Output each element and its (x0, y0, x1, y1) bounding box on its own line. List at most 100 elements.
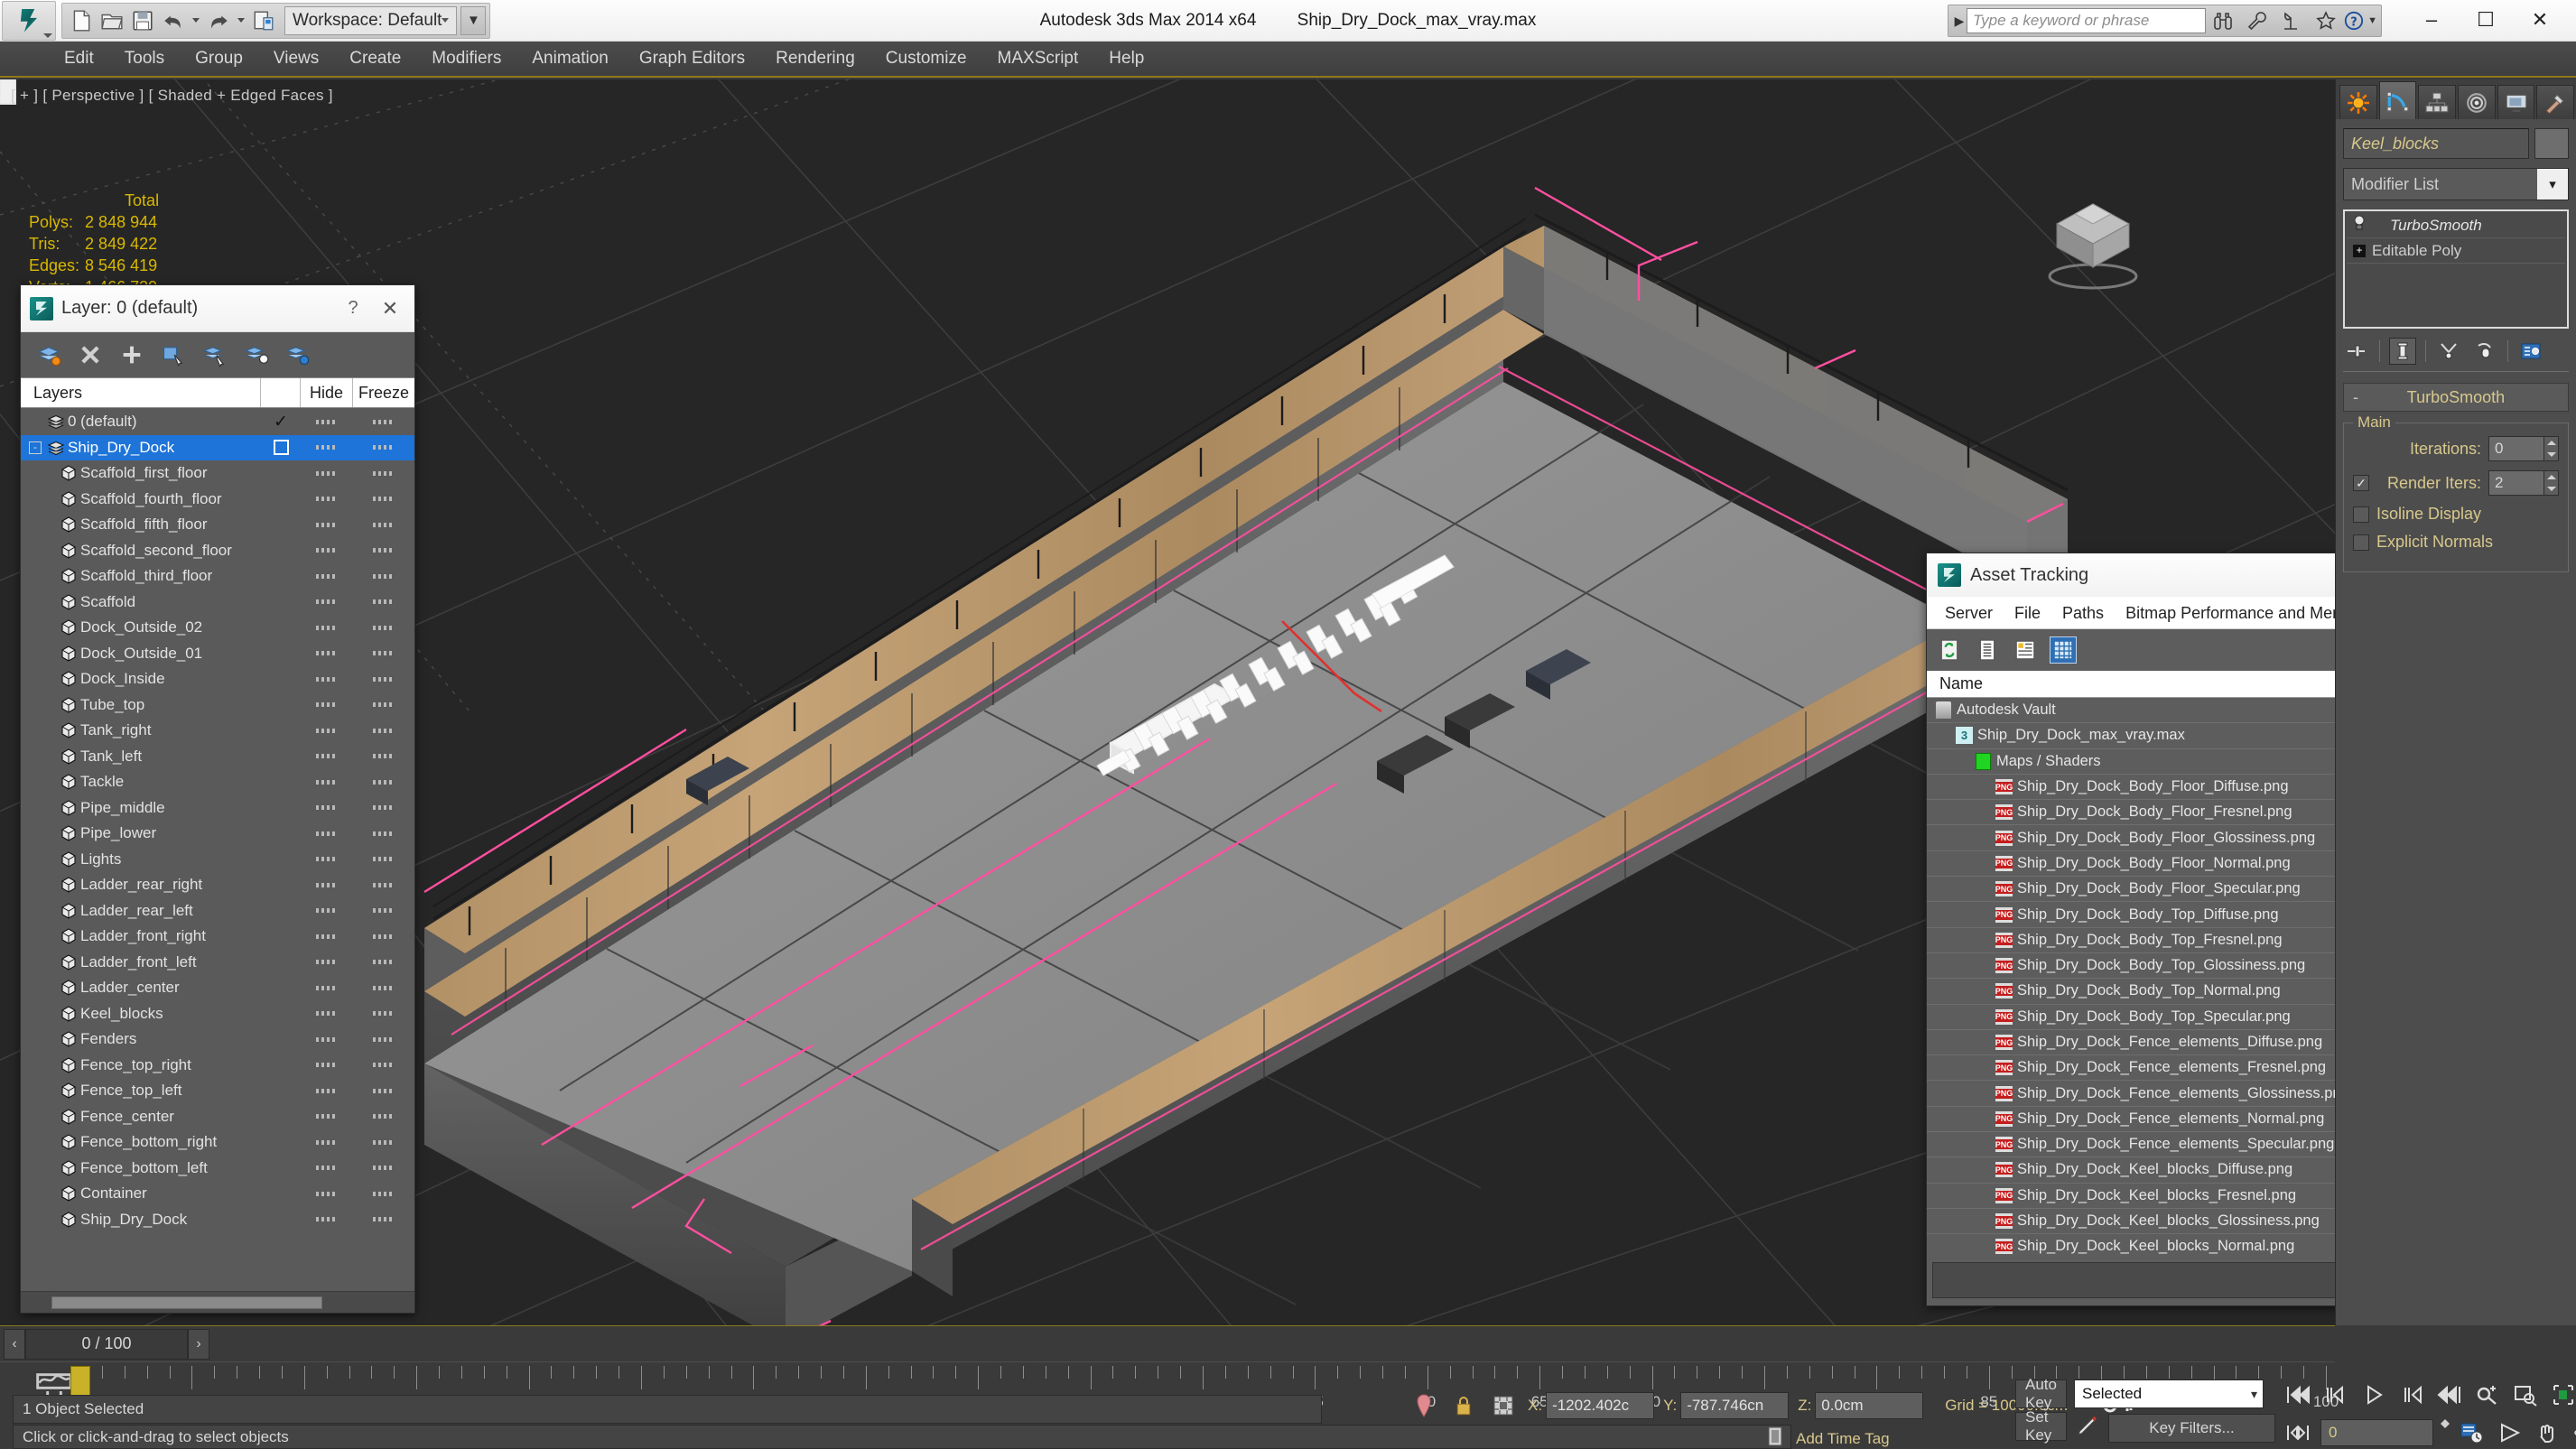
select-objects-in-layer-icon[interactable] (160, 341, 187, 368)
create-tab[interactable] (2339, 85, 2377, 119)
layer-hide-toggle[interactable] (301, 522, 353, 527)
layer-expander-icon[interactable]: - (26, 441, 44, 454)
menu-item-animation[interactable]: Animation (516, 42, 624, 76)
layer-hide-toggle[interactable] (301, 1036, 353, 1042)
previous-frame-button[interactable]: ‹ (4, 1328, 25, 1360)
maximize-button[interactable]: ☐ (2459, 2, 2513, 38)
satellite-icon[interactable] (2274, 7, 2309, 34)
layer-hide-toggle[interactable] (301, 1191, 353, 1196)
menu-item-views[interactable]: Views (258, 42, 334, 76)
layer-hide-toggle[interactable] (301, 779, 353, 785)
project-folder-icon[interactable] (248, 5, 279, 36)
layer-hide-toggle[interactable] (301, 933, 353, 939)
layer-freeze-toggle[interactable] (353, 754, 414, 759)
layer-current-toggle[interactable] (261, 440, 301, 456)
menu-item-create[interactable]: Create (334, 42, 416, 76)
layer-hide-toggle[interactable] (301, 1011, 353, 1017)
frame-counter[interactable]: 0 / 100 (25, 1328, 188, 1360)
absolute-relative-mode-icon[interactable] (1488, 1390, 1519, 1421)
zoom-all-icon[interactable] (2510, 1379, 2541, 1410)
layer-row[interactable]: Scaffold (21, 590, 414, 616)
layer-list[interactable]: 0 (default) ✓ - Ship_Dry_Dock Scaffold_first… (21, 408, 414, 1291)
workspace-more-button[interactable]: ▼ (460, 5, 487, 35)
grid-view-icon[interactable] (2050, 636, 2077, 664)
object-name-field[interactable]: Keel_blocks (2343, 128, 2529, 159)
coord-z-value[interactable]: 0.0cm (1815, 1392, 1924, 1419)
layer-freeze-toggle[interactable] (353, 933, 414, 939)
isoline-display-row[interactable]: Isoline Display (2353, 505, 2559, 524)
save-file-icon[interactable] (127, 5, 158, 36)
key-filters-button[interactable]: Key Filters... (2107, 1413, 2275, 1443)
layer-freeze-toggle[interactable] (353, 779, 414, 785)
layer-row[interactable]: Scaffold_second_floor (21, 538, 414, 564)
minimize-button[interactable]: – (2404, 2, 2459, 38)
key-mode-toggle-icon[interactable] (2283, 1417, 2313, 1448)
layer-freeze-toggle[interactable] (353, 651, 414, 656)
layer-hide-toggle[interactable] (301, 728, 353, 733)
layer-row[interactable]: Fence_top_left (21, 1078, 414, 1104)
set-key-pencil-icon[interactable] (2074, 1412, 2101, 1444)
layer-row[interactable]: Pipe_lower (21, 821, 414, 847)
light-bulb-icon[interactable] (2352, 215, 2367, 236)
layer-freeze-toggle[interactable] (353, 1191, 414, 1196)
layer-row[interactable]: Tank_right (21, 718, 414, 744)
new-file-icon[interactable] (66, 5, 97, 36)
layer-hide-toggle[interactable] (301, 1166, 353, 1171)
plus-box-icon[interactable]: + (2347, 244, 2372, 257)
layer-hide-toggle[interactable] (301, 754, 353, 759)
menu-item-maxscript[interactable]: MAXScript (982, 42, 1094, 76)
layer-hide-toggle[interactable] (301, 625, 353, 630)
layer-row[interactable]: Tube_top (21, 692, 414, 719)
layer-row[interactable]: Container (21, 1181, 414, 1207)
layer-row[interactable]: Ladder_center (21, 975, 414, 1001)
rollout-collapse-icon[interactable]: - (2353, 388, 2358, 407)
layer-hide-toggle[interactable] (301, 651, 353, 656)
binoculars-icon[interactable] (2206, 7, 2240, 34)
menu-item-rendering[interactable]: Rendering (760, 42, 870, 76)
layer-freeze-toggle[interactable] (353, 960, 414, 965)
set-key-button[interactable]: Set Key (2015, 1408, 2067, 1444)
infocenter-expand-icon[interactable]: ▶ (1952, 14, 1967, 29)
close-button[interactable]: ✕ (2513, 2, 2567, 38)
orbit-icon[interactable] (2571, 1417, 2576, 1448)
layer-hide-toggle[interactable] (301, 676, 353, 682)
layer-horizontal-scrollbar[interactable] (21, 1291, 414, 1313)
layer-freeze-toggle[interactable] (353, 548, 414, 553)
menu-item-graph-editors[interactable]: Graph Editors (624, 42, 760, 76)
current-frame-field[interactable]: 0 (2320, 1419, 2433, 1446)
layer-row[interactable]: Fence_bottom_right (21, 1129, 414, 1156)
layer-row[interactable]: Ladder_rear_left (21, 898, 414, 924)
refresh-icon[interactable] (1936, 636, 1963, 664)
layer-row[interactable]: Dock_Inside (21, 666, 414, 692)
layer-row[interactable]: - Ship_Dry_Dock (21, 434, 414, 460)
layer-freeze-toggle[interactable] (353, 805, 414, 811)
asset-menu-server[interactable]: Server (1934, 598, 2004, 628)
layer-hide-toggle[interactable] (301, 548, 353, 553)
pan-view-icon[interactable] (2533, 1417, 2563, 1448)
render-iters-input[interactable]: 2 (2488, 470, 2544, 496)
coord-y-value[interactable]: -787.746cn (1680, 1392, 1790, 1419)
modifier-stack-item-editable-poly[interactable]: + Editable Poly (2347, 238, 2565, 264)
layer-freeze-toggle[interactable] (353, 573, 414, 579)
layer-freeze-toggle[interactable] (353, 445, 414, 450)
layer-hide-toggle[interactable] (301, 470, 353, 476)
layer-hide-toggle[interactable] (301, 960, 353, 965)
redo-icon[interactable] (203, 5, 234, 36)
zoom-region-icon[interactable] (2472, 1379, 2503, 1410)
menu-item-modifiers[interactable]: Modifiers (416, 42, 516, 76)
next-frame-icon[interactable] (2396, 1379, 2427, 1410)
scrollbar-thumb[interactable] (51, 1296, 322, 1309)
layer-freeze-toggle[interactable] (353, 882, 414, 887)
layer-freeze-toggle[interactable] (353, 831, 414, 836)
layer-hide-toggle[interactable] (301, 1217, 353, 1222)
auto-key-button[interactable]: Auto Key (2015, 1376, 2067, 1411)
field-of-view-icon[interactable] (2495, 1417, 2525, 1448)
undo-dropdown-icon[interactable] (192, 18, 200, 23)
coord-x[interactable]: X: -1202.402c (1528, 1392, 1655, 1419)
layer-row[interactable]: Ladder_front_left (21, 950, 414, 976)
play-animation-icon[interactable] (2358, 1379, 2389, 1410)
layer-row[interactable]: Keel_blocks (21, 1001, 414, 1027)
layer-freeze-toggle[interactable] (353, 702, 414, 708)
star-icon[interactable] (2309, 7, 2343, 34)
layer-freeze-toggle[interactable] (353, 1217, 414, 1222)
